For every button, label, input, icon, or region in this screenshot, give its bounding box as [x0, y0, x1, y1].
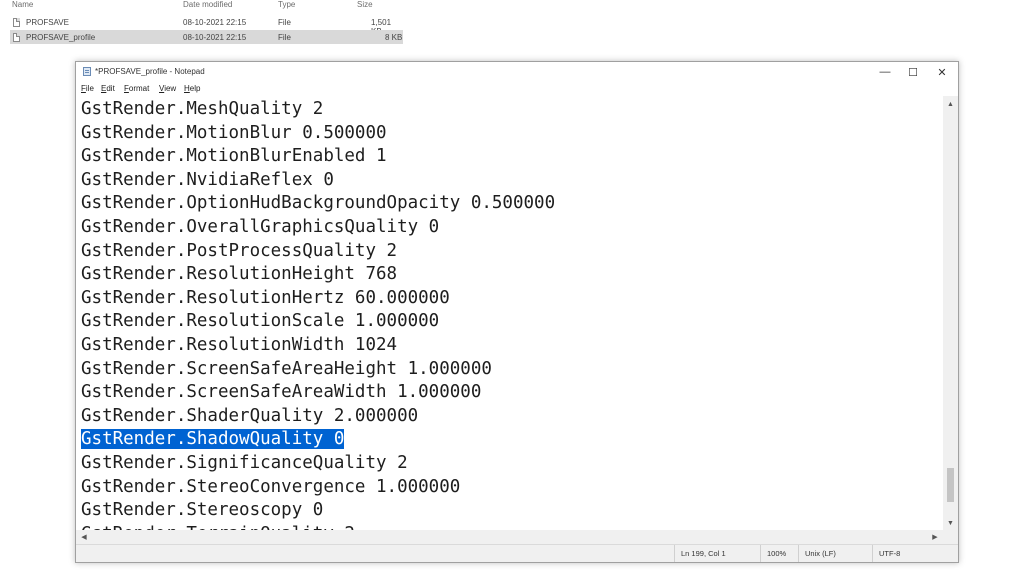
scroll-right-icon[interactable]: ▶ [928, 530, 942, 544]
title-bar[interactable]: *PROFSAVE_profile - Notepad — ☐ ✕ [76, 62, 958, 82]
menu-help[interactable]: Help [184, 84, 200, 93]
text-line[interactable]: GstRender.MeshQuality 2 [81, 98, 323, 122]
line-text: GstRender.PostProcessQuality 2 [81, 240, 398, 261]
text-line[interactable]: GstRender.ScreenSafeAreaHeight 1.000000 [81, 358, 492, 382]
text-line[interactable]: GstRender.PostProcessQuality 2 [81, 240, 397, 264]
line-text: GstRender.ResolutionHeight 768 [81, 264, 398, 285]
file-date: 08-10-2021 22:15 [183, 18, 247, 27]
text-line[interactable]: GstRender.ResolutionHertz 60.000000 [81, 287, 450, 311]
vertical-scroll-thumb[interactable] [947, 468, 954, 502]
file-explorer-list: Name Date modified Type Size PROFSAVE 08… [0, 0, 410, 46]
maximize-button[interactable]: ☐ [898, 62, 928, 82]
minimize-button[interactable]: — [870, 62, 900, 82]
notepad-icon [83, 67, 91, 76]
menu-edit[interactable]: Edit [101, 84, 115, 93]
line-text: GstRender.MeshQuality 2 [81, 99, 324, 119]
text-editor[interactable]: GstRender.MeshQuality 2 GstRender.MotionB… [76, 96, 943, 530]
text-line[interactable]: GstRender.OptionHudBackgroundOpacity 0.5… [81, 192, 555, 216]
file-row-profsave-profile[interactable]: PROFSAVE_profile 08-10-2021 22:15 File 8… [10, 30, 403, 44]
column-header-name[interactable]: Name [12, 0, 33, 9]
notepad-window: *PROFSAVE_profile - Notepad — ☐ ✕ File E… [75, 61, 959, 563]
line-text: GstRender.OptionHudBackgroundOpacity 0.5… [81, 193, 556, 214]
text-line[interactable]: GstRender.ResolutionWidth 1024 [81, 334, 397, 358]
line-text: GstRender.ResolutionWidth 1024 [81, 335, 398, 355]
column-headers: Name Date modified Type Size [0, 0, 410, 10]
menu-view[interactable]: View [159, 84, 176, 93]
menu-file[interactable]: File [81, 84, 94, 93]
status-bar: Ln 199, Col 1 100% Unix (LF) UTF-8 [76, 544, 958, 562]
text-line[interactable]: GstRender.Stereoscopy 0 [81, 499, 323, 523]
line-text: GstRender.MotionBlur 0.500000 [81, 122, 387, 143]
scrollbar-corner [943, 530, 958, 544]
text-line[interactable]: GstRender.ResolutionScale 1.000000 [81, 310, 439, 334]
cursor-position-text: Ln 199, Col 1 [681, 549, 726, 558]
zoom-text: 100% [767, 549, 787, 558]
selected-text-line[interactable]: GstRender.ShadowQuality 0 [81, 428, 345, 452]
line-text: GstRender.Stereoscopy 0 [81, 500, 324, 521]
line-text: GstRender.MotionBlurEnabled 1 [81, 146, 387, 167]
column-header-type[interactable]: Type [278, 0, 295, 9]
text-line[interactable]: GstRender.StereoConvergence 1.000000 [81, 476, 460, 500]
text-line[interactable]: GstRender.MotionBlurEnabled 1 [81, 145, 387, 169]
status-zoom: 100% [760, 545, 799, 562]
text-line[interactable]: GstRender.NvidiaReflex 0 [81, 169, 334, 193]
line-text: GstRender.ResolutionHertz 60.000000 [81, 287, 450, 308]
file-name: PROFSAVE [26, 18, 69, 27]
column-header-date-modified[interactable]: Date modified [183, 0, 232, 9]
line-text: GstRender.ScreenSafeAreaWidth 1.000000 [81, 382, 482, 403]
line-text: GstRender.SignificanceQuality 2 [81, 453, 408, 473]
status-line-ending: Unix (LF) [798, 545, 873, 562]
file-type: File [278, 18, 291, 27]
text-line[interactable]: GstRender.MotionBlur 0.500000 [81, 122, 387, 146]
line-text: GstRender.NvidiaReflex 0 [81, 169, 334, 190]
menu-bar: File Edit Format View Help [76, 82, 958, 96]
horizontal-scrollbar[interactable]: ◀ ▶ [76, 530, 943, 544]
line-text: GstRender.ShadowQuality 0 [81, 429, 345, 450]
text-line[interactable]: GstRender.ShaderQuality 2.000000 [81, 405, 418, 429]
scroll-left-icon[interactable]: ◀ [77, 530, 91, 544]
scroll-up-icon[interactable]: ▲ [943, 98, 958, 110]
file-date: 08-10-2021 22:15 [183, 33, 247, 42]
text-line[interactable]: GstRender.ResolutionHeight 768 [81, 263, 397, 287]
line-ending-text: Unix (LF) [805, 549, 836, 558]
text-line[interactable]: GstRender.TerrainQuality 2 [81, 523, 355, 530]
file-name: PROFSAVE_profile [26, 33, 96, 42]
line-text: GstRender.ScreenSafeAreaHeight 1.000000 [81, 358, 492, 379]
text-line[interactable]: GstRender.ScreenSafeAreaWidth 1.000000 [81, 381, 481, 405]
text-line[interactable]: GstRender.SignificanceQuality 2 [81, 452, 408, 476]
scroll-down-icon[interactable]: ▼ [943, 517, 958, 529]
file-row-profsave[interactable]: PROFSAVE 08-10-2021 22:15 File 1,501 KB [10, 15, 403, 36]
close-button[interactable]: ✕ [927, 62, 957, 82]
line-text: GstRender.ShaderQuality 2.000000 [81, 405, 419, 426]
status-cursor-position: Ln 199, Col 1 [674, 545, 761, 562]
column-header-size[interactable]: Size [357, 0, 373, 9]
file-type: File [278, 33, 291, 42]
vertical-scrollbar[interactable]: ▲ ▼ [943, 96, 958, 530]
file-icon [13, 18, 20, 27]
status-encoding: UTF-8 [872, 545, 958, 562]
text-line[interactable]: GstRender.OverallGraphicsQuality 0 [81, 216, 439, 240]
line-text: GstRender.ResolutionScale 1.000000 [81, 311, 440, 332]
file-icon [13, 33, 20, 42]
encoding-text: UTF-8 [879, 549, 901, 558]
line-text: GstRender.StereoConvergence 1.000000 [81, 476, 461, 497]
window-title: *PROFSAVE_profile - Notepad [95, 67, 205, 76]
file-size: 8 KB [385, 33, 403, 42]
menu-format[interactable]: Format [124, 84, 149, 93]
line-text: GstRender.OverallGraphicsQuality 0 [81, 217, 440, 237]
